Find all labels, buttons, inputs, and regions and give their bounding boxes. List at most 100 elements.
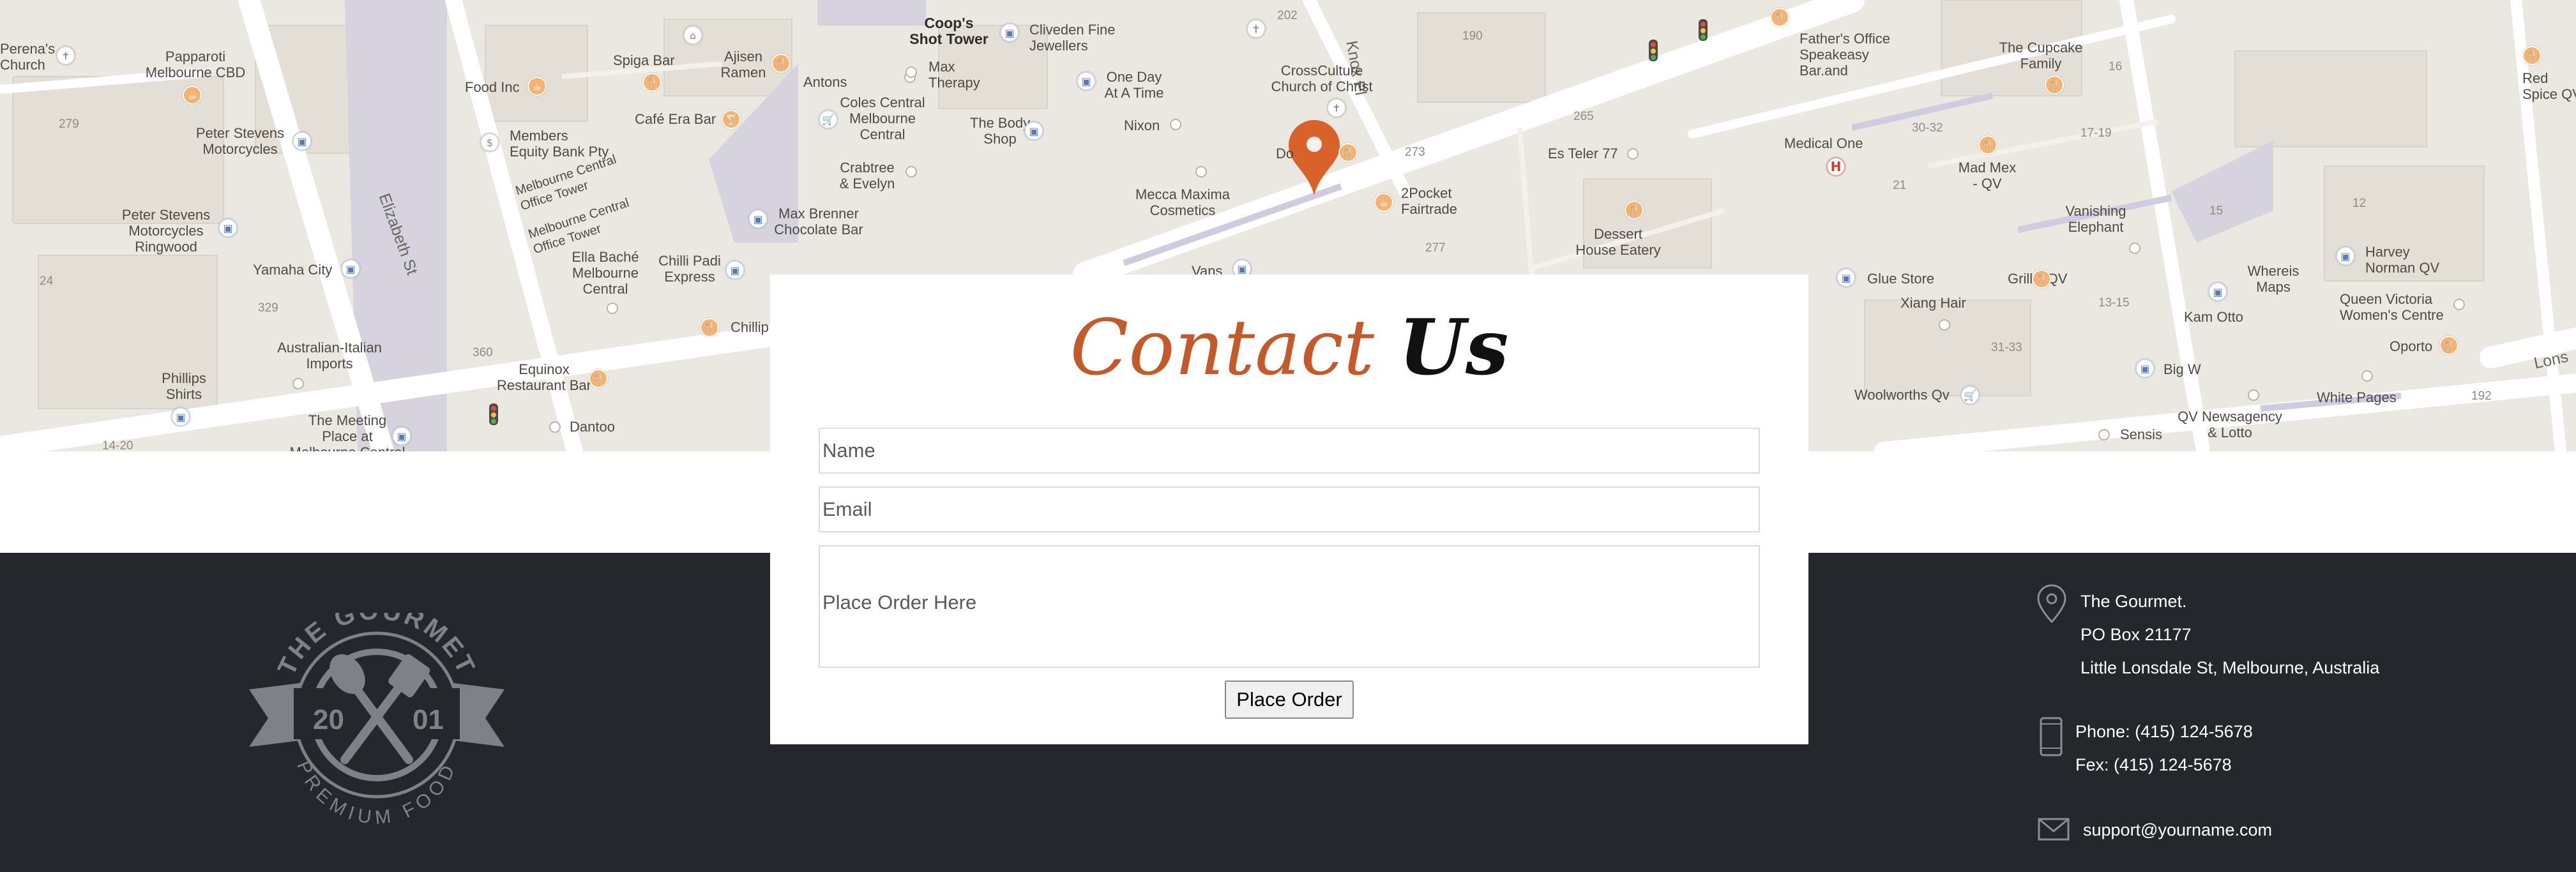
restaurant-icon: 🍴 — [771, 54, 791, 73]
map-place-label[interactable]: Phillips Shirts — [162, 370, 206, 402]
map-place-label[interactable]: Members Equity Bank Pty — [510, 128, 609, 160]
map-place-label[interactable]: Mad Mex - QV — [1959, 160, 2016, 192]
map-place-label[interactable]: Glue Store — [1867, 271, 1934, 287]
map-place-label[interactable]: Café Era Bar — [635, 111, 716, 127]
map-place-label[interactable]: Perena's Church — [0, 41, 55, 73]
map-place-label[interactable]: Cliveden Fine Jewellers — [1029, 22, 1116, 54]
map-place-label[interactable]: Spiga Bar — [613, 52, 675, 68]
map-place-label[interactable]: Chillip — [731, 319, 769, 335]
map-place-label[interactable]: CrossCulture Church of Christ — [1271, 63, 1373, 94]
map-place-label[interactable]: QV Newsagency & Lotto — [2178, 409, 2282, 440]
logo-year-left: 20 — [313, 704, 344, 735]
restaurant-icon: 🍴 — [1625, 200, 1644, 220]
place-order-button[interactable]: Place Order — [1225, 680, 1354, 719]
map-place-label[interactable]: Kam Otto — [2184, 309, 2243, 325]
map-place-label[interactable]: Mecca Maxima Cosmetics — [1135, 186, 1230, 218]
restaurant-icon: 🍴 — [1770, 8, 1789, 27]
place-dot-icon — [2453, 299, 2465, 310]
building-number: 360 — [473, 346, 493, 359]
map-place-label[interactable]: One Day At A Time — [1105, 69, 1164, 101]
traffic-light-icon — [489, 403, 498, 425]
map-place-label[interactable]: Max Therapy — [928, 59, 980, 91]
map-place-label[interactable]: Coles Central Melbourne Central — [840, 94, 925, 142]
map-place-label[interactable]: Food Inc — [465, 79, 520, 95]
building-number: 202 — [1277, 9, 1298, 22]
restaurant-icon: ☕ — [527, 77, 547, 96]
name-input[interactable] — [819, 428, 1760, 474]
map-place-label[interactable]: Harvey Norman QV — [2365, 244, 2439, 276]
map-place-label[interactable]: Dessert House Eatery — [1575, 226, 1660, 258]
place-dot-icon — [2361, 370, 2373, 382]
email-link[interactable]: support@yourname.com — [2083, 820, 2272, 840]
restaurant-icon: 🍴 — [2439, 336, 2459, 355]
order-textarea[interactable] — [819, 545, 1760, 668]
restaurant-icon: 🍴 — [1338, 143, 1358, 162]
place-dot-icon — [1939, 319, 1950, 331]
map-place-label[interactable]: Father's Office Speakeasy Bar.and — [1799, 31, 1890, 79]
map-place-label[interactable]: Chilli Padi Express — [658, 253, 721, 285]
map-place-label[interactable]: Vanishing Elephant — [2066, 203, 2126, 235]
map-place-label[interactable]: Nixon — [1124, 117, 1160, 133]
shopping-bag-icon: ▣ — [341, 259, 360, 278]
building-number: 17-19 — [2080, 126, 2112, 140]
shopping-bag-icon: ▣ — [171, 407, 190, 426]
place-dot-icon — [1170, 119, 1181, 130]
map-place-label[interactable]: Big W — [2163, 361, 2201, 377]
map-place-label[interactable]: Yamaha City — [253, 262, 332, 278]
map-place-label[interactable]: Papparoti Melbourne CBD — [146, 49, 246, 80]
map-place-label[interactable]: Ajisen Ramen — [721, 49, 766, 80]
restaurant-icon: ☕ — [183, 86, 202, 105]
map-place-label[interactable]: Crabtree & Evelyn — [840, 160, 895, 192]
contact-title-part2: Us — [1398, 303, 1509, 393]
map-place-label[interactable]: White Pages — [2317, 389, 2397, 405]
place-dot-icon — [1195, 166, 1207, 177]
shopping-bag-icon: ▣ — [1077, 71, 1096, 91]
map-place-label[interactable]: Oporto — [2390, 338, 2432, 354]
traffic-light-icon — [1649, 40, 1658, 61]
building-number: 265 — [1573, 110, 1594, 123]
place-dot-icon — [292, 378, 304, 389]
map-place-label[interactable]: Antons — [803, 74, 847, 90]
cart-icon: 🛒 — [1960, 386, 1980, 405]
contact-title: Contact Us — [770, 300, 1808, 396]
place-dot-icon — [549, 421, 561, 433]
map-place-label[interactable]: Australian-Italian Imports — [277, 340, 382, 372]
map-place-label[interactable]: The Meeting Place at Melbourne Central — [290, 412, 405, 451]
map-place-label[interactable]: Sensis — [2120, 426, 2162, 442]
map-place-label[interactable]: Dantoo — [570, 419, 615, 435]
map-place-label[interactable]: Max Brenner Chocolate Bar — [774, 206, 863, 237]
email-input[interactable] — [819, 486, 1760, 532]
map-place-label[interactable]: 2Pocket Fairtrade — [1401, 185, 1457, 217]
phone-number[interactable]: Phone: (415) 124-5678 — [2075, 721, 2253, 742]
map-place-label[interactable]: Ella Baché Melbourne Central — [572, 249, 639, 297]
cafe-icon: ☕ — [1374, 193, 1393, 212]
map-place-label[interactable]: Medical One — [1784, 135, 1863, 151]
restaurant-icon: 🍴 — [2045, 75, 2064, 94]
map-place-label[interactable]: Red Spice QV — [2522, 70, 2576, 102]
map-place-label[interactable]: Coop's Shot Tower — [909, 15, 989, 47]
map-place-label[interactable]: Xiang Hair — [1900, 295, 1966, 311]
bank-icon: $ — [480, 133, 499, 152]
shopping-bag-icon: ▣ — [2208, 282, 2227, 301]
map-place-label[interactable]: The Body Shop — [970, 115, 1030, 147]
place-dot-icon — [2248, 389, 2259, 401]
building-number: 12 — [2352, 197, 2367, 210]
map-place-label[interactable]: Do — [1276, 146, 1294, 162]
map-place-label[interactable]: Peter Stevens Motorcycles — [196, 125, 284, 157]
map-place-label[interactable]: Peter Stevens Motorcycles Ringwood — [122, 207, 210, 255]
map-place-label[interactable]: Whereis Maps — [2248, 263, 2299, 295]
map-place-label[interactable]: Queen Victoria Women's Centre — [2340, 291, 2444, 323]
building-number: 30-32 — [1912, 121, 1943, 135]
building-number: 192 — [2471, 389, 2492, 403]
map-place-label[interactable]: Equinox Restaurant Bar — [497, 361, 591, 393]
map-place-label[interactable]: Es Teler 77 — [1548, 146, 1618, 162]
hospital-icon: H — [1826, 157, 1845, 176]
map-place-label[interactable]: The Cupcake Family — [1999, 40, 2083, 71]
building-number: 31-33 — [1991, 341, 2022, 354]
building-number: 277 — [1425, 241, 1446, 255]
map-place-label[interactable]: Woolworths Qv — [1854, 387, 1950, 403]
restaurant-icon: 🍴 — [1978, 135, 1997, 154]
building-number: 21 — [1893, 179, 1907, 192]
place-dot-icon — [2098, 429, 2110, 440]
building-number: 15 — [2209, 204, 2224, 218]
